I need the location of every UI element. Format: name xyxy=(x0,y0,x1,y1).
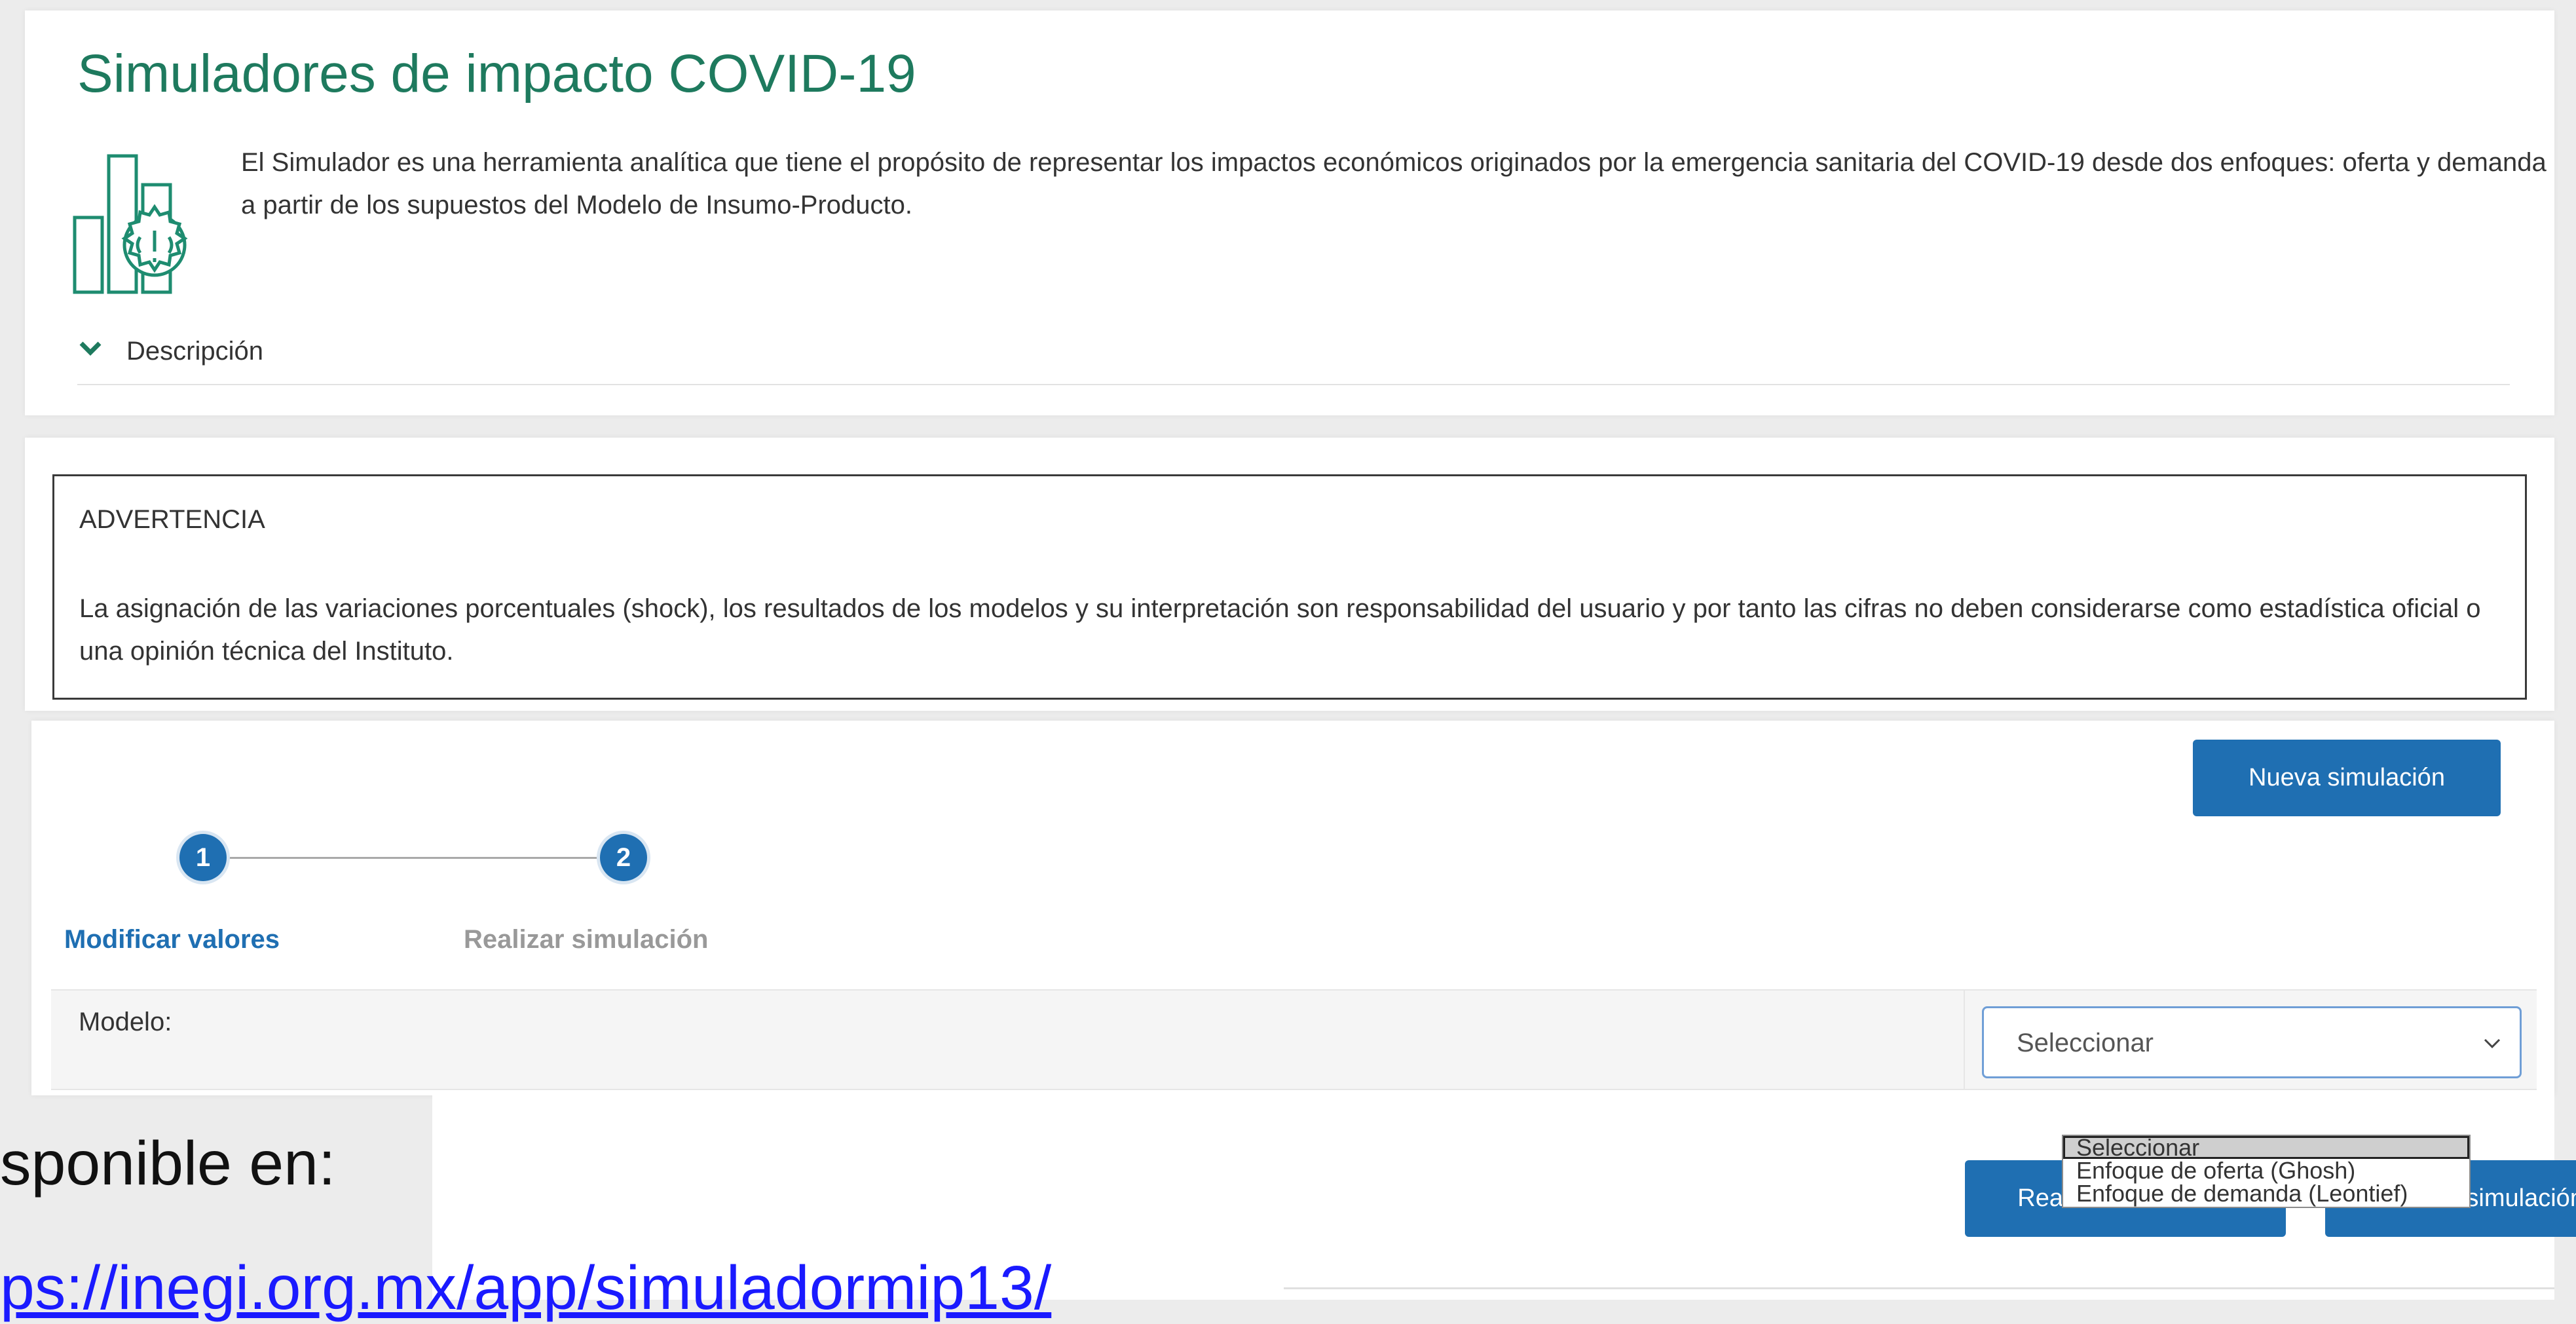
header-panel: Simuladores de impacto COVID-19 El Simul… xyxy=(25,10,2554,415)
simulation-panel: Nueva simulación 1 2 Modificar valores R… xyxy=(31,721,2554,1095)
model-select[interactable]: Seleccionar xyxy=(1982,1006,2522,1078)
page-title: Simuladores de impacto COVID-19 xyxy=(77,44,916,104)
divider xyxy=(1284,1287,2554,1289)
stepper-line xyxy=(215,857,621,859)
warning-box: ADVERTENCIA La asignación de las variaci… xyxy=(52,474,2527,700)
covid-simulator-icon xyxy=(73,154,188,294)
step-1-indicator[interactable]: 1 xyxy=(179,834,227,881)
warning-text: La asignación de las variaciones porcent… xyxy=(79,594,2481,666)
option-enfoque-demanda[interactable]: Enfoque de demanda (Leontief) xyxy=(2063,1182,2469,1205)
chevron-down-icon[interactable] xyxy=(77,335,103,362)
intro-text: El Simulador es una herramienta analític… xyxy=(241,148,2547,219)
warning-panel: ADVERTENCIA La asignación de las variaci… xyxy=(25,438,2554,711)
option-enfoque-oferta[interactable]: Enfoque de oferta (Ghosh) xyxy=(2063,1159,2469,1182)
step-2-indicator[interactable]: 2 xyxy=(600,834,647,881)
overlay-caption: sponible en: xyxy=(0,1129,336,1198)
chevron-down-icon xyxy=(2484,1038,2501,1049)
warning-title: ADVERTENCIA xyxy=(79,505,265,534)
model-row: Modelo: Seleccionar xyxy=(51,989,2537,1090)
new-simulation-button[interactable]: Nueva simulación xyxy=(2193,740,2501,816)
divider xyxy=(1964,991,1965,1089)
option-seleccionar[interactable]: Seleccionar xyxy=(2063,1136,2469,1160)
model-select-value: Seleccionar xyxy=(2017,1029,2154,1057)
step-2-label[interactable]: Realizar simulación xyxy=(464,925,708,955)
description-toggle[interactable]: Descripción xyxy=(126,337,263,366)
model-select-dropdown[interactable]: Seleccionar Enfoque de oferta (Ghosh) En… xyxy=(2062,1135,2471,1208)
divider xyxy=(77,384,2510,385)
model-label: Modelo: xyxy=(79,1008,172,1036)
overlay-link[interactable]: ps://inegi.org.mx/app/simuladormip13/ xyxy=(0,1253,1051,1324)
step-1-label[interactable]: Modificar valores xyxy=(64,925,280,955)
